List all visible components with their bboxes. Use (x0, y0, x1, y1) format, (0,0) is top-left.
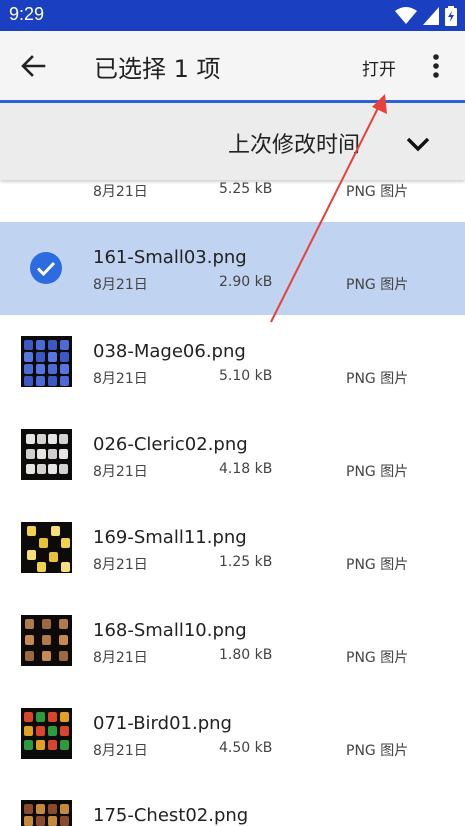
file-type: PNG 图片 (346, 371, 409, 387)
file-name: 168-Small10.png (93, 620, 247, 641)
file-size: 4.18 kB (219, 461, 273, 477)
file-name: 161-Small03.png (93, 247, 247, 268)
file-date: 8月21日 (93, 184, 148, 200)
file-date: 8月21日 (93, 650, 148, 666)
file-date: 8月21日 (93, 277, 148, 293)
list-item[interactable]: 175-Chest02.png (0, 780, 465, 826)
file-name: 071-Bird01.png (93, 713, 232, 734)
file-date: 8月21日 (93, 371, 148, 387)
file-type: PNG 图片 (346, 650, 409, 666)
file-name: 026-Cleric02.png (93, 434, 248, 455)
sort-label: 上次修改时间 (228, 133, 361, 158)
file-thumbnail (21, 522, 72, 573)
file-type: PNG 图片 (346, 464, 409, 480)
file-thumbnail (21, 336, 72, 387)
file-name: 169-Small11.png (93, 527, 247, 548)
file-type: PNG 图片 (346, 743, 409, 759)
file-thumbnail (21, 800, 72, 826)
file-size: 5.10 kB (219, 368, 273, 384)
file-size: 5.25 kB (219, 181, 273, 197)
file-type: PNG 图片 (346, 277, 409, 293)
file-date: 8月21日 (93, 557, 148, 573)
list-item[interactable]: 038-Mage06.png 8月21日 5.10 kB PNG 图片 (0, 315, 465, 408)
file-thumbnail (21, 429, 72, 480)
chevron-down-icon[interactable] (404, 130, 432, 158)
file-thumbnail (21, 708, 72, 759)
file-thumbnail (21, 615, 72, 666)
list-item-selected[interactable]: 161-Small03.png 8月21日 2.90 kB PNG 图片 (0, 222, 465, 315)
file-size: 4.50 kB (219, 740, 273, 756)
checked-circle-icon[interactable] (29, 251, 63, 285)
file-name: 038-Mage06.png (93, 341, 246, 362)
file-date: 8月21日 (93, 464, 148, 480)
file-size: 2.90 kB (219, 274, 273, 290)
file-date: 8月21日 (93, 743, 148, 759)
file-type: PNG 图片 (346, 557, 409, 573)
sort-bar[interactable]: 上次修改时间 (0, 103, 465, 180)
file-type: PNG 图片 (346, 184, 409, 200)
list-item[interactable]: 026-Cleric02.png 8月21日 4.18 kB PNG 图片 (0, 408, 465, 501)
list-item[interactable]: 169-Small11.png 8月21日 1.25 kB PNG 图片 (0, 501, 465, 594)
file-size: 1.25 kB (219, 554, 273, 570)
list-item[interactable]: 071-Bird01.png 8月21日 4.50 kB PNG 图片 (0, 687, 465, 780)
file-size: 1.80 kB (219, 647, 273, 663)
list-item[interactable]: 168-Small10.png 8月21日 1.80 kB PNG 图片 (0, 594, 465, 687)
file-name: 175-Chest02.png (93, 805, 249, 826)
